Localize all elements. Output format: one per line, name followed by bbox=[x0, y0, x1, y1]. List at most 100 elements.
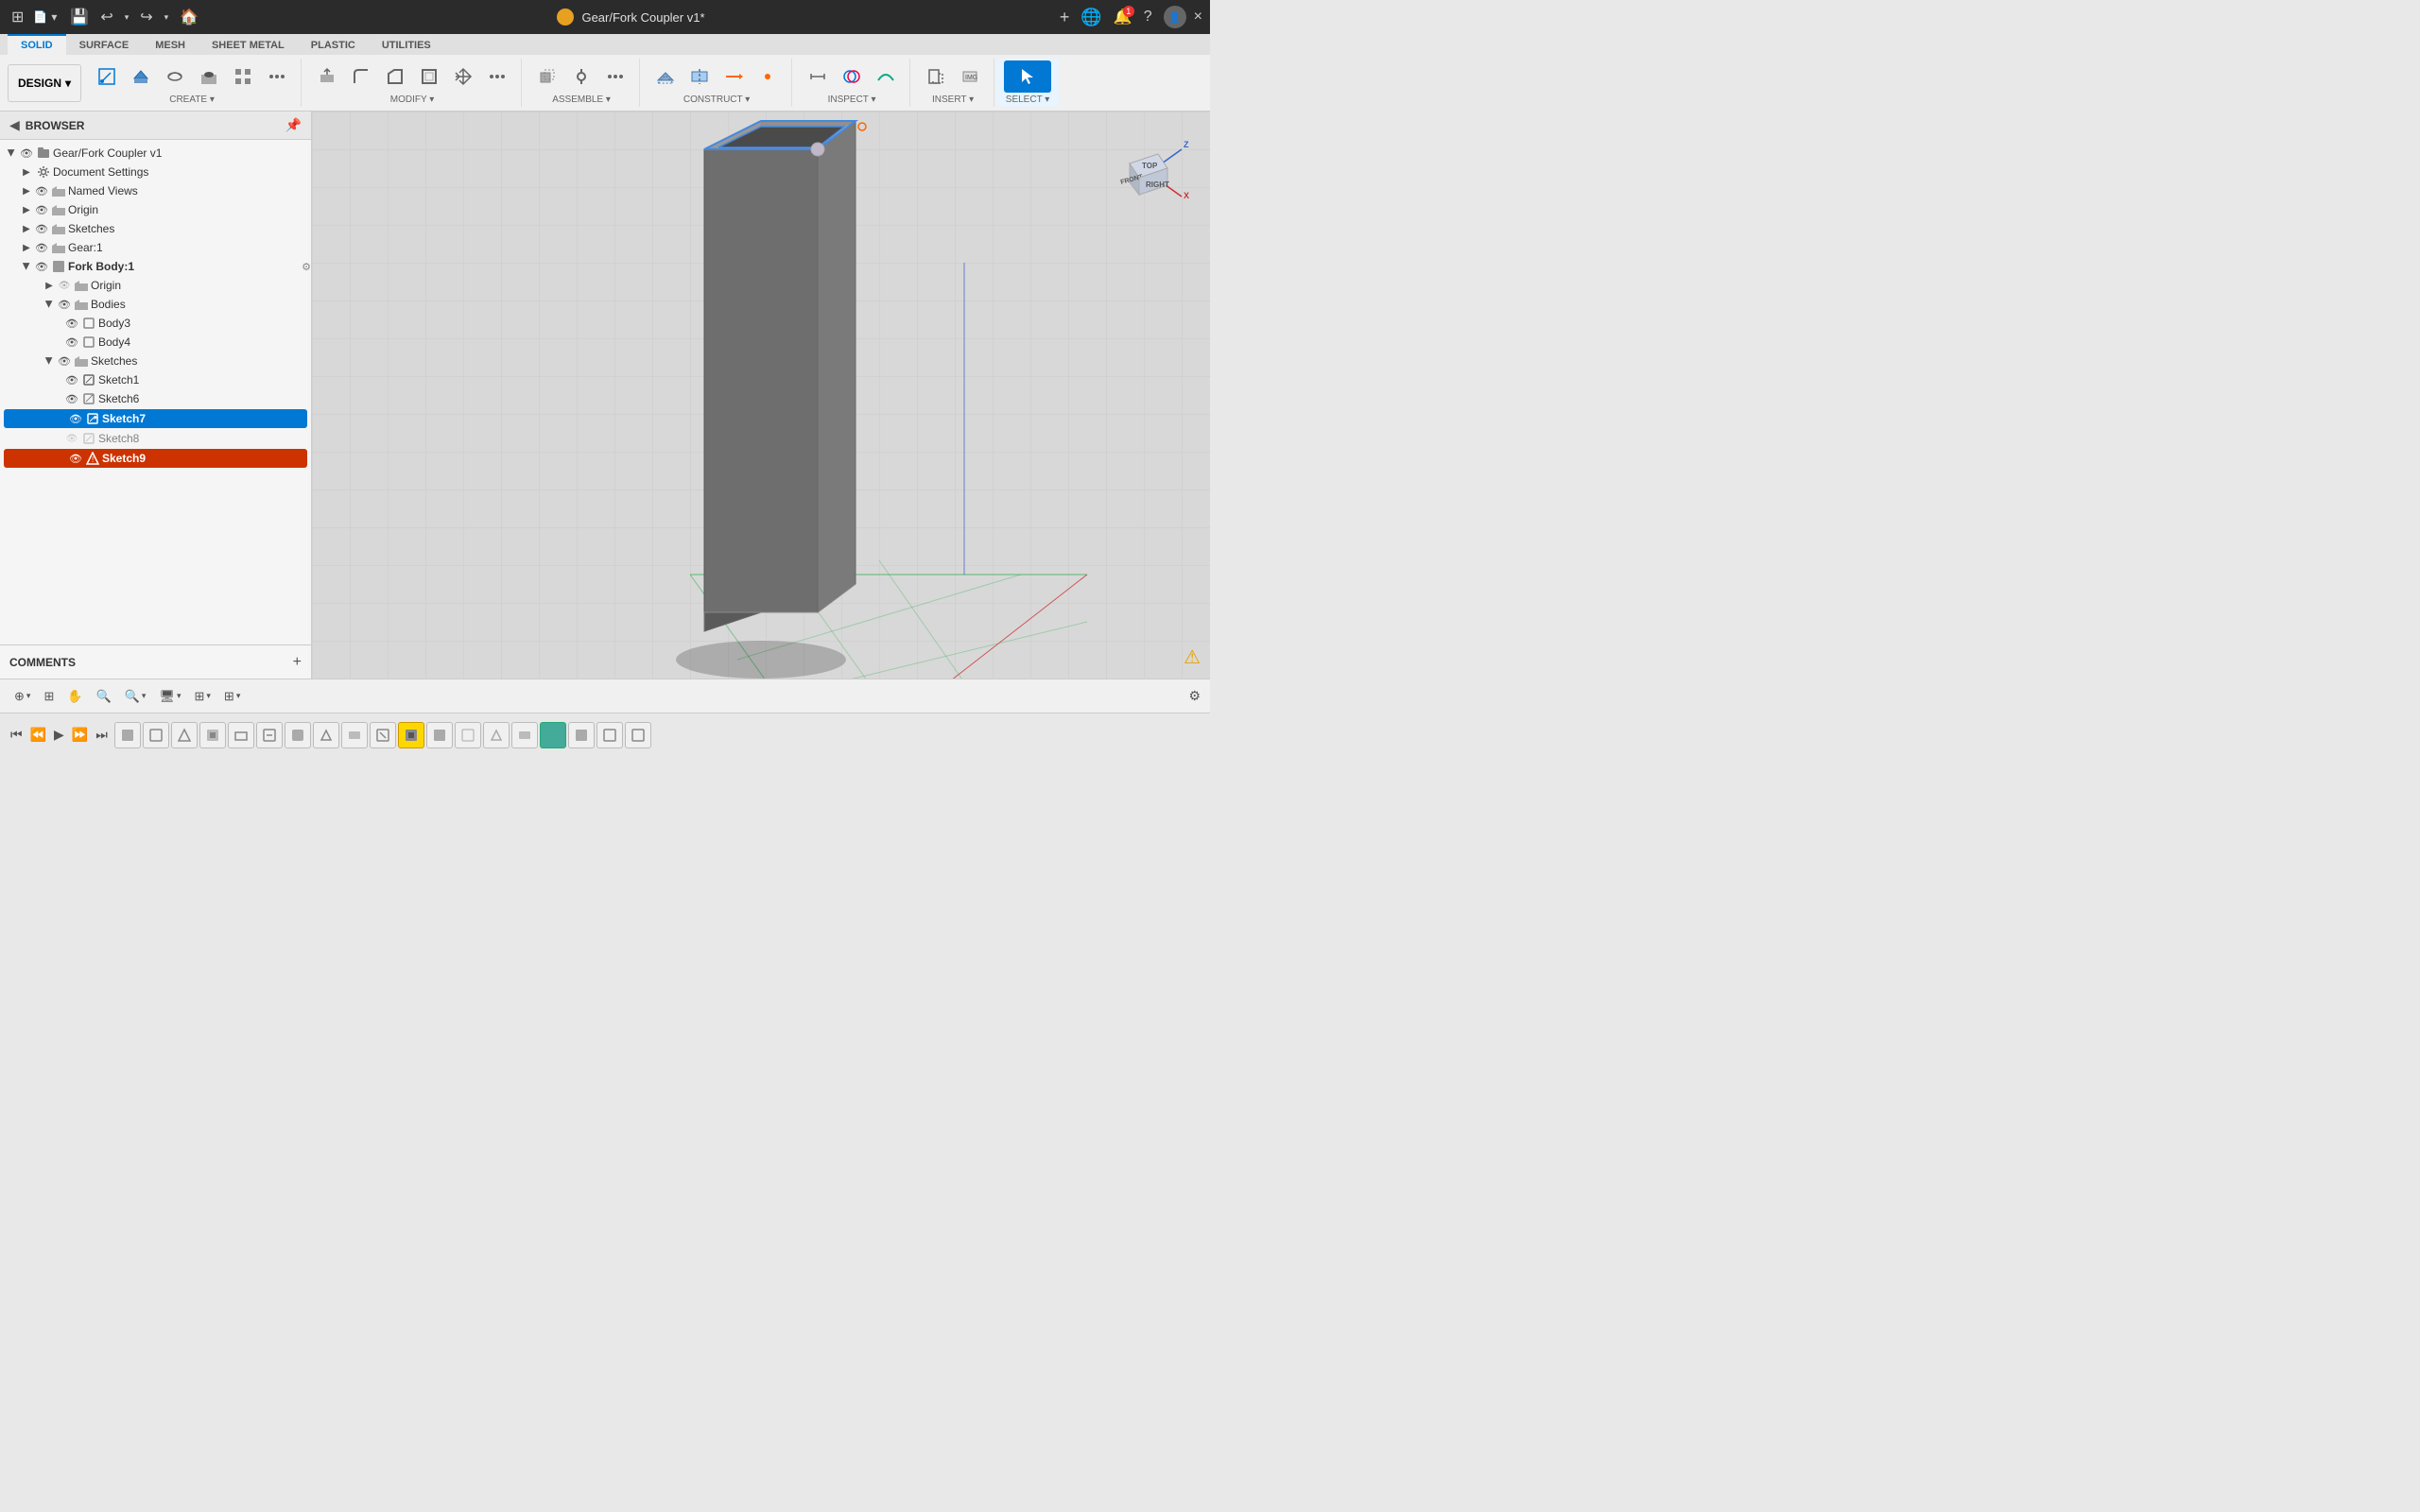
tl-item-0[interactable] bbox=[114, 722, 141, 748]
display-dropdown[interactable]: 🖥▾ bbox=[154, 686, 185, 707]
tl-item-16[interactable] bbox=[568, 722, 595, 748]
tab-solid[interactable]: SOLID bbox=[8, 34, 66, 55]
apps-button[interactable]: ⊞ bbox=[8, 4, 27, 30]
revolve-button[interactable] bbox=[159, 60, 191, 93]
tree-item-sketch6[interactable]: 👁 Sketch6 bbox=[0, 389, 311, 408]
create-group-label[interactable]: CREATE ▾ bbox=[169, 94, 215, 105]
tl-item-18[interactable] bbox=[625, 722, 651, 748]
undo-dropdown[interactable]: ▾ bbox=[121, 9, 133, 26]
create-sketch-button[interactable] bbox=[91, 60, 123, 93]
tree-eye-sketch8[interactable]: 👁 bbox=[64, 431, 79, 446]
new-component-button[interactable] bbox=[531, 60, 563, 93]
tl-item-6[interactable] bbox=[285, 722, 311, 748]
tree-eye-body4[interactable]: 👁 bbox=[64, 335, 79, 350]
modify-group-label[interactable]: MODIFY ▾ bbox=[390, 94, 435, 105]
tree-item-sketches-folder[interactable]: ▶ 👁 Sketches bbox=[0, 352, 311, 370]
user-avatar[interactable]: 👤 bbox=[1164, 6, 1186, 28]
more-create-button[interactable] bbox=[261, 60, 293, 93]
tree-eye-fork-body[interactable]: 👁 bbox=[34, 259, 49, 274]
timeline-prev-button[interactable]: ⏪ bbox=[27, 724, 49, 746]
file-dropdown[interactable]: ▾ bbox=[51, 10, 57, 24]
tab-plastic[interactable]: PLASTIC bbox=[298, 34, 369, 55]
view-cube[interactable]: Z X TOP FRONT RIGHT bbox=[1106, 130, 1191, 215]
grid-dropdown[interactable]: ⊞▾ bbox=[189, 686, 215, 707]
tl-item-14[interactable] bbox=[511, 722, 538, 748]
tree-item-origin[interactable]: ▶ 👁 Origin bbox=[0, 200, 311, 219]
inspect-group-label[interactable]: INSPECT ▾ bbox=[828, 94, 876, 105]
tl-item-active[interactable] bbox=[398, 722, 424, 748]
tl-item-2[interactable] bbox=[171, 722, 198, 748]
curvature-button[interactable] bbox=[870, 60, 902, 93]
tree-eye-sketches-top[interactable]: 👁 bbox=[34, 221, 49, 236]
timeline-play-button[interactable]: ▶ bbox=[51, 724, 67, 746]
notification-button[interactable]: 🔔 1 bbox=[1114, 8, 1132, 26]
select-group-label[interactable]: SELECT ▾ bbox=[1006, 94, 1050, 105]
view-dropdown[interactable]: ⊞▾ bbox=[219, 686, 245, 707]
help-button[interactable]: ? bbox=[1140, 5, 1156, 29]
point-button[interactable] bbox=[752, 60, 784, 93]
tl-item-3[interactable] bbox=[199, 722, 226, 748]
redo-button[interactable]: ↪ bbox=[136, 4, 156, 30]
tl-item-5[interactable] bbox=[256, 722, 283, 748]
tree-eye-sketch7[interactable]: 👁 bbox=[68, 411, 83, 426]
tree-eye-origin[interactable]: 👁 bbox=[34, 202, 49, 217]
tl-item-17[interactable] bbox=[596, 722, 623, 748]
tree-eye-body3[interactable]: 👁 bbox=[64, 316, 79, 331]
joint-button[interactable] bbox=[565, 60, 597, 93]
tab-surface[interactable]: SURFACE bbox=[66, 34, 143, 55]
tree-eye-fork-origin[interactable]: 👁 bbox=[57, 278, 72, 293]
zoom-button[interactable]: 🔍 bbox=[92, 686, 116, 707]
tree-eye-sketch9[interactable]: 👁 bbox=[68, 451, 83, 466]
insert-group-label[interactable]: INSERT ▾ bbox=[932, 94, 974, 105]
timeline-next-button[interactable]: ⏩ bbox=[69, 724, 91, 746]
pattern-button[interactable] bbox=[227, 60, 259, 93]
browser-pin-button[interactable]: 📌 bbox=[285, 117, 302, 133]
tree-item-gear[interactable]: ▶ 👁 Gear:1 bbox=[0, 238, 311, 257]
tl-item-13[interactable] bbox=[483, 722, 510, 748]
tree-item-sketch8[interactable]: 👁 Sketch8 bbox=[0, 429, 311, 448]
tree-item-body4[interactable]: 👁 Body4 bbox=[0, 333, 311, 352]
construct-group-label[interactable]: CONSTRUCT ▾ bbox=[683, 94, 750, 105]
tree-item-body3[interactable]: 👁 Body3 bbox=[0, 314, 311, 333]
timeline-last-button[interactable]: ⏭ bbox=[93, 724, 111, 746]
home-button[interactable]: 🏠 bbox=[176, 4, 202, 30]
tree-item-fork-body[interactable]: ▶ 👁 Fork Body:1 ⚙ bbox=[0, 257, 311, 276]
autodesk-online-button[interactable]: 🌐 bbox=[1077, 4, 1105, 31]
extrude-button[interactable] bbox=[125, 60, 157, 93]
comments-add-button[interactable]: + bbox=[293, 654, 302, 671]
save-button[interactable]: 💾 bbox=[66, 4, 93, 30]
shell-button[interactable] bbox=[413, 60, 445, 93]
tl-item-1[interactable] bbox=[143, 722, 169, 748]
tree-eye-sketches[interactable]: 👁 bbox=[57, 353, 72, 369]
tl-item-special[interactable] bbox=[540, 722, 566, 748]
tl-item-4[interactable] bbox=[228, 722, 254, 748]
browser-collapse-button[interactable]: ◀ bbox=[9, 117, 20, 133]
insert-derive-button[interactable] bbox=[920, 60, 952, 93]
redo-dropdown[interactable]: ▾ bbox=[161, 9, 173, 26]
move-tool-button[interactable]: ⊕▾ bbox=[9, 686, 35, 707]
tl-item-11[interactable] bbox=[426, 722, 453, 748]
assemble-group-label[interactable]: ASSEMBLE ▾ bbox=[552, 94, 611, 105]
offset-plane-button[interactable] bbox=[649, 60, 682, 93]
tree-item-bodies-folder[interactable]: ▶ 👁 Bodies bbox=[0, 295, 311, 314]
timeline-first-button[interactable]: ⏮ bbox=[8, 724, 26, 746]
tree-item-doc-settings[interactable]: ▶ Document Settings bbox=[0, 163, 311, 181]
measure-button[interactable] bbox=[802, 60, 834, 93]
tree-extra-fork-body[interactable]: ⚙ bbox=[302, 261, 311, 273]
press-pull-button[interactable] bbox=[311, 60, 343, 93]
tree-eye-sketch1[interactable]: 👁 bbox=[64, 372, 79, 387]
tl-item-8[interactable] bbox=[341, 722, 368, 748]
midplane-button[interactable] bbox=[683, 60, 716, 93]
chamfer-button[interactable] bbox=[379, 60, 411, 93]
tab-mesh[interactable]: MESH bbox=[142, 34, 199, 55]
tab-utilities[interactable]: UTILITIES bbox=[369, 34, 444, 55]
tree-item-fork-origin[interactable]: ▶ 👁 Origin bbox=[0, 276, 311, 295]
tree-eye-named-views[interactable]: 👁 bbox=[34, 183, 49, 198]
warning-icon[interactable]: ⚠ bbox=[1184, 645, 1201, 669]
tree-eye-gear[interactable]: 👁 bbox=[34, 240, 49, 255]
tree-item-named-views[interactable]: ▶ 👁 Named Views bbox=[0, 181, 311, 200]
more-modify-button[interactable] bbox=[481, 60, 513, 93]
tab-sheet-metal[interactable]: SHEET METAL bbox=[199, 34, 298, 55]
tree-item-sketch9[interactable]: 👁 ! Sketch9 bbox=[4, 449, 307, 468]
select-button[interactable] bbox=[1004, 60, 1051, 93]
